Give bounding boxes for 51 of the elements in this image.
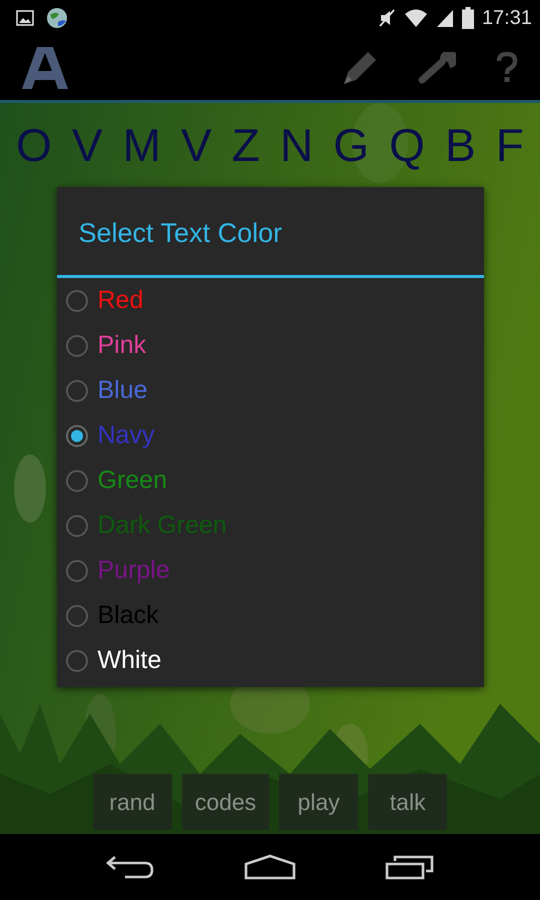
muted-icon bbox=[378, 8, 396, 28]
color-option[interactable]: White bbox=[56, 638, 484, 683]
wrench-icon[interactable] bbox=[418, 52, 456, 84]
letter: V bbox=[72, 118, 103, 173]
color-option[interactable]: Navy bbox=[56, 413, 484, 458]
action-button[interactable]: rand bbox=[92, 774, 172, 830]
radio-button[interactable] bbox=[66, 334, 88, 356]
color-option[interactable]: Blue bbox=[56, 368, 484, 413]
option-label: Blue bbox=[98, 376, 148, 405]
recent-apps-icon[interactable] bbox=[385, 854, 436, 880]
battery-icon bbox=[462, 7, 474, 29]
option-label: White bbox=[98, 646, 162, 675]
help-icon[interactable] bbox=[496, 52, 518, 84]
letter: G bbox=[333, 118, 370, 173]
radio-button[interactable] bbox=[66, 650, 88, 672]
letter: M bbox=[122, 118, 161, 173]
home-icon[interactable] bbox=[244, 854, 296, 880]
letter: B bbox=[445, 118, 476, 173]
globe-icon bbox=[46, 7, 68, 29]
radio-button[interactable] bbox=[66, 514, 88, 536]
radio-button[interactable] bbox=[66, 424, 88, 446]
action-button[interactable]: play bbox=[279, 774, 358, 830]
option-label: Green bbox=[98, 466, 167, 495]
color-option[interactable]: Green bbox=[56, 458, 484, 503]
radio-button[interactable] bbox=[66, 290, 88, 312]
action-button[interactable]: talk bbox=[368, 774, 448, 830]
action-button[interactable]: codes bbox=[182, 774, 270, 830]
letter: N bbox=[280, 118, 314, 173]
radio-button[interactable] bbox=[66, 380, 88, 402]
option-label: Purple bbox=[98, 556, 170, 585]
option-label: Red bbox=[98, 286, 144, 315]
letter: F bbox=[496, 118, 524, 173]
option-label: Pink bbox=[98, 331, 146, 360]
option-label: Navy bbox=[98, 421, 154, 450]
color-option[interactable]: Pink bbox=[56, 323, 484, 368]
radio-button[interactable] bbox=[66, 560, 88, 582]
wifi-icon bbox=[404, 8, 428, 28]
radio-button[interactable] bbox=[66, 470, 88, 492]
color-option[interactable]: Red bbox=[56, 278, 484, 323]
dialog-title: Select Text Color bbox=[78, 217, 284, 250]
letter: Q bbox=[389, 118, 425, 173]
clock: 17:31 bbox=[482, 6, 532, 30]
letter: V bbox=[181, 118, 212, 173]
radio-button[interactable] bbox=[66, 604, 88, 626]
app-logo-icon bbox=[22, 47, 68, 89]
back-icon[interactable] bbox=[104, 854, 155, 880]
signal-icon bbox=[436, 8, 454, 28]
image-icon bbox=[16, 10, 34, 26]
pencil-icon[interactable] bbox=[342, 50, 378, 86]
letter: O bbox=[16, 118, 52, 173]
letter: Z bbox=[232, 118, 260, 173]
